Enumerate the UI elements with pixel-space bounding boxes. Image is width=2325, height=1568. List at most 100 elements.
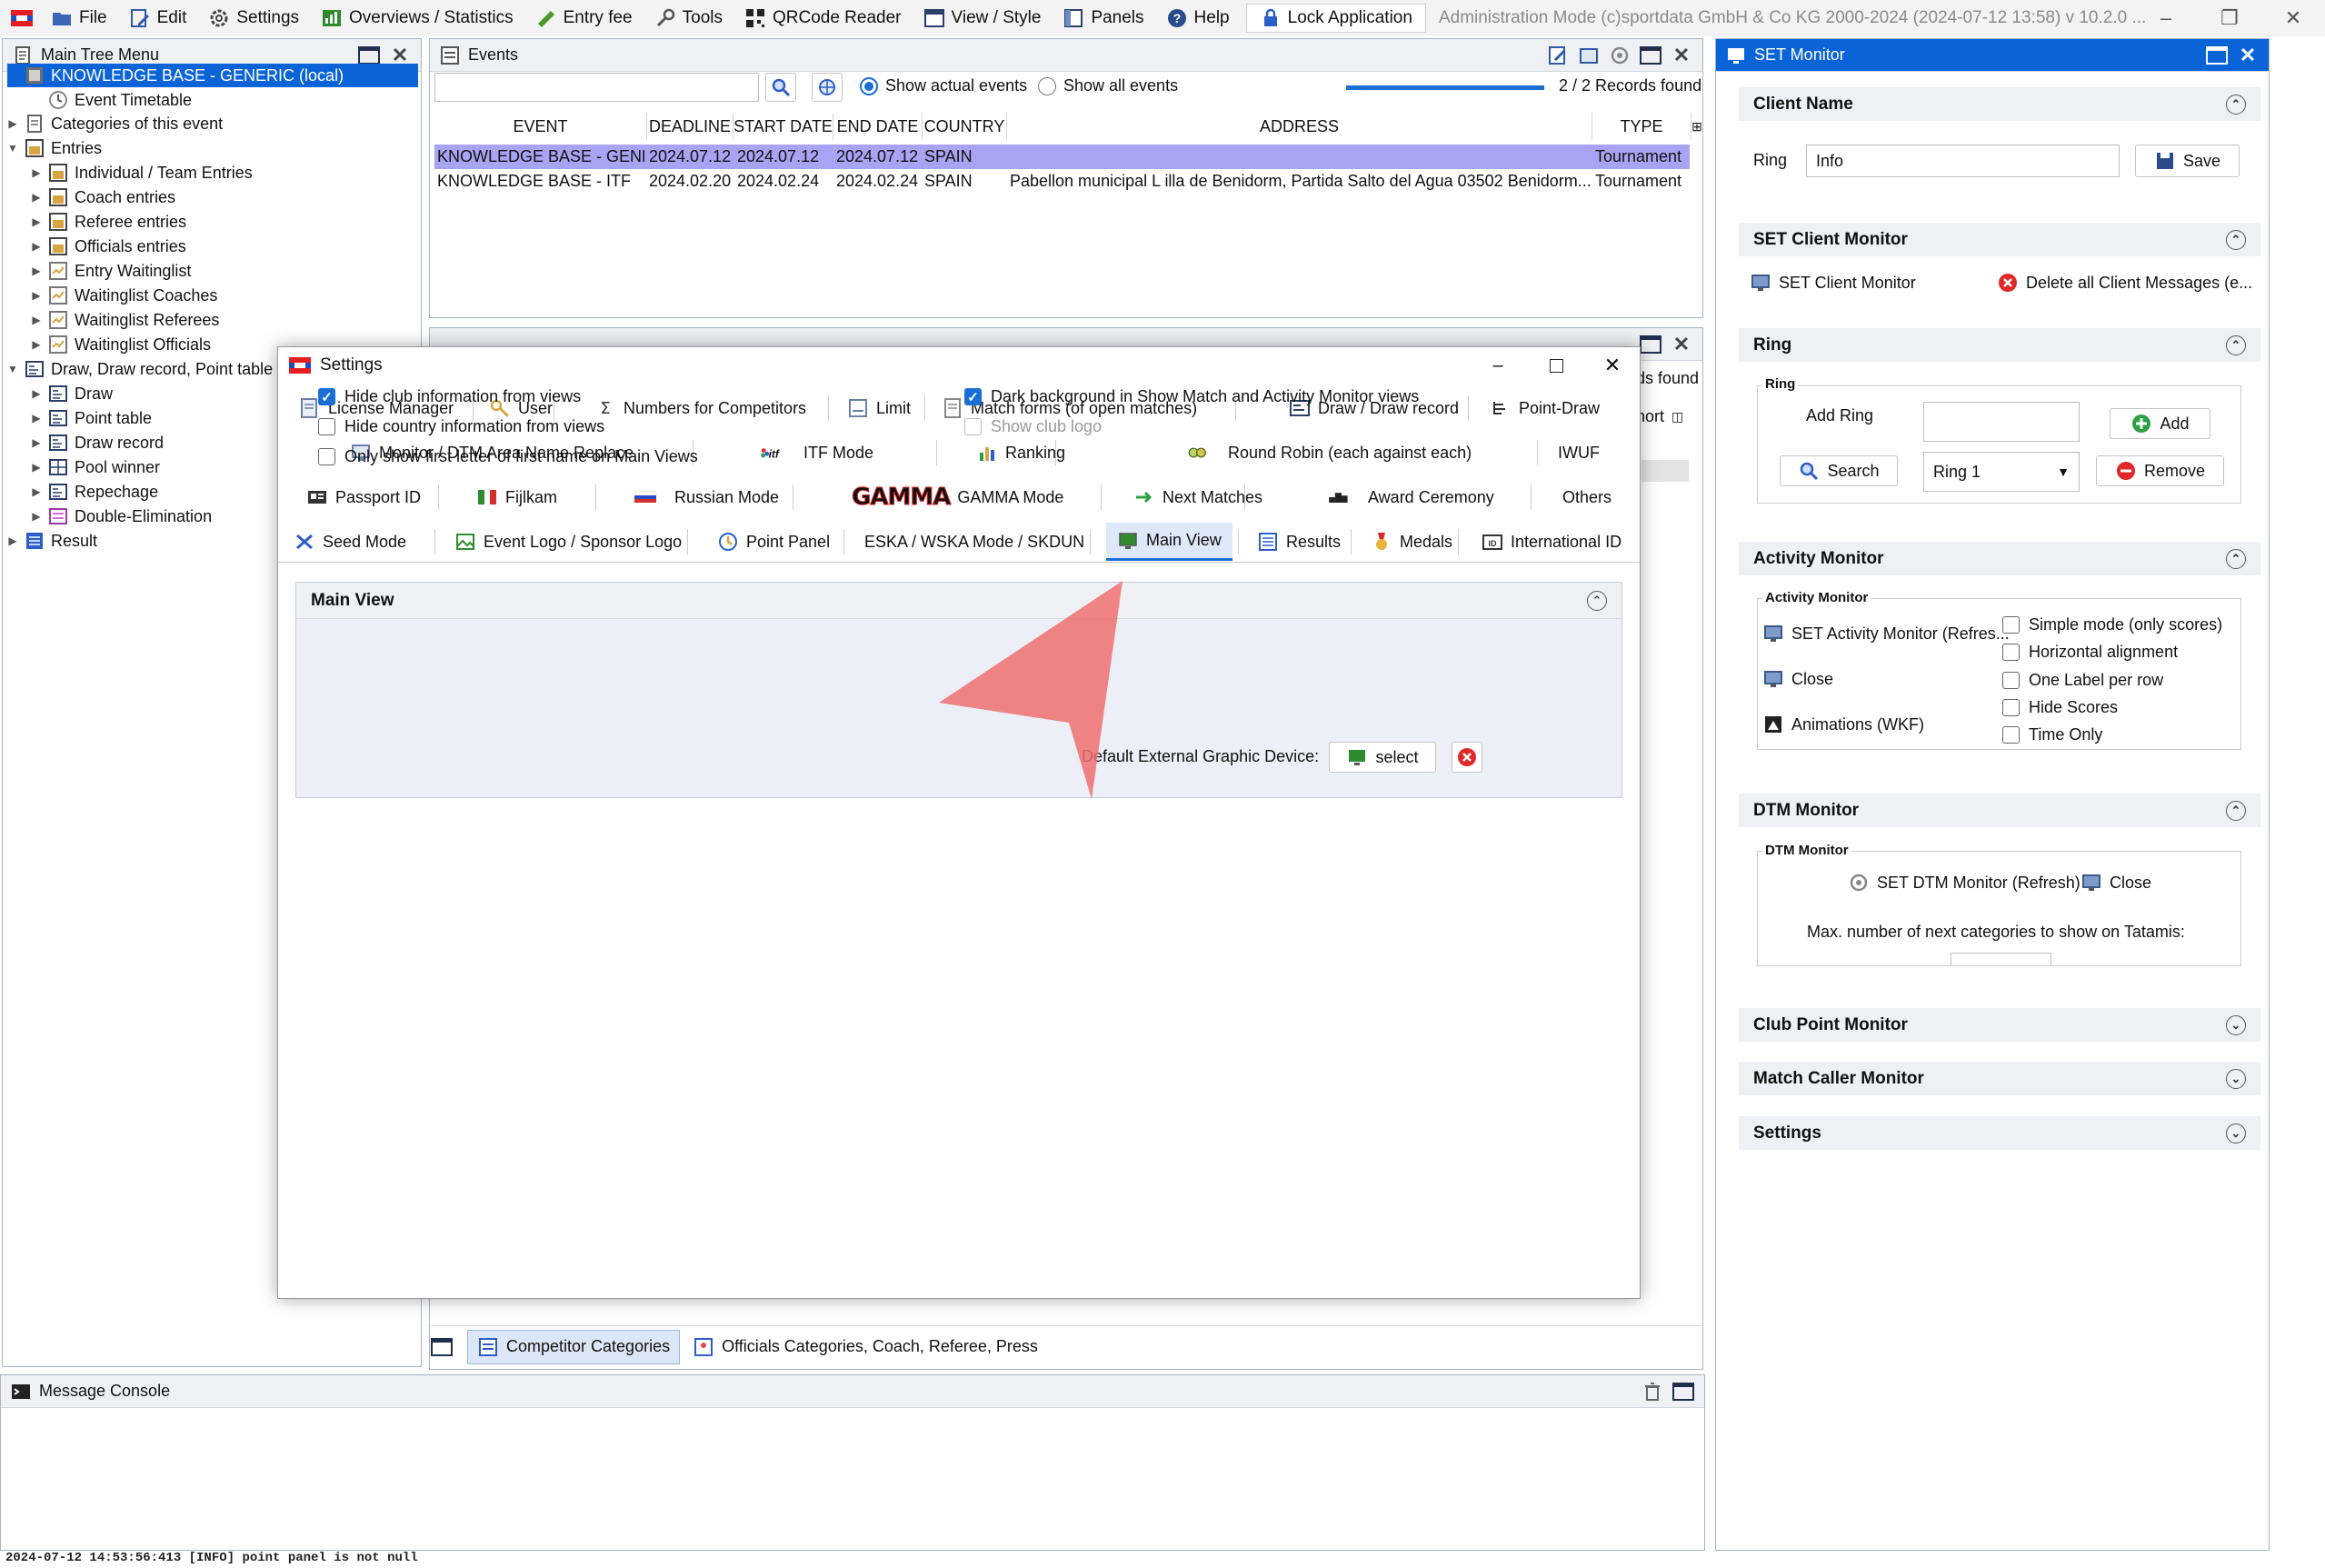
minimize-button[interactable]: – (2134, 0, 2198, 36)
tab-officials-categories[interactable]: Officials Categories, Coach, Referee, Pr… (693, 1336, 1038, 1358)
events-search-input[interactable] (434, 73, 759, 102)
table-header[interactable]: ADDRESS (1007, 113, 1592, 140)
collapse-icon[interactable]: ⌃ (2226, 800, 2246, 821)
expander-icon[interactable]: ▶ (31, 166, 42, 179)
close-icon[interactable]: ✕ (388, 44, 412, 66)
column-chooser-icon[interactable]: ⊞ (1691, 113, 1702, 140)
activity-option-checkbox[interactable]: Time Only (2002, 725, 2102, 744)
expander-icon[interactable]: ▶ (7, 534, 18, 547)
expander-icon[interactable]: ▶ (31, 510, 42, 523)
tree-item[interactable]: ▶ Pool winner (31, 455, 160, 479)
menu-tools[interactable]: Tools (644, 0, 733, 36)
client-name-section[interactable]: Client Name ⌃ (1739, 87, 2260, 121)
checkbox[interactable] (2002, 699, 2020, 716)
menu-view-style[interactable]: View / Style (913, 0, 1053, 36)
tree-item[interactable]: ▶ Coach entries (31, 185, 175, 209)
tree-item[interactable]: ▶ Categories of this event (7, 112, 223, 135)
trash-icon[interactable] (1641, 1382, 1664, 1402)
ring-section[interactable]: Ring ⌃ (1739, 328, 2260, 362)
expander-icon[interactable]: ▶ (31, 215, 42, 228)
close-icon[interactable]: ✕ (2236, 44, 2260, 66)
expand-icon[interactable]: ◫ (1671, 409, 1683, 424)
lock-application-button[interactable]: Lock Application (1245, 4, 1426, 33)
tree-item[interactable]: ▶ Entry Waitinglist (31, 259, 191, 283)
settings-section[interactable]: Settings ⌄ (1739, 1116, 2260, 1150)
remove-ring-button[interactable]: Remove (2096, 455, 2224, 486)
expander-icon[interactable]: ▶ (7, 117, 18, 130)
maximize-icon[interactable] (2205, 45, 2229, 65)
close-activity-button[interactable]: Close (1762, 668, 1833, 690)
tab-competitor-categories[interactable]: Competitor Categories (467, 1329, 681, 1364)
menu-edit[interactable]: Edit (118, 0, 198, 36)
tree-item[interactable]: ▶ Result (7, 529, 97, 553)
tree-item[interactable]: ▶ Double-Elimination (31, 504, 212, 528)
maximize-icon[interactable] (1639, 335, 1662, 355)
events-filter-button[interactable] (812, 73, 843, 102)
max-next-categories-input[interactable] (1951, 953, 2051, 965)
edit-event-icon[interactable] (1546, 45, 1570, 65)
dtm-monitor-section[interactable]: DTM Monitor ⌃ (1739, 794, 2260, 827)
activity-option-checkbox[interactable]: One Label per row (2002, 671, 2163, 690)
tree-item[interactable]: Event Timetable (31, 88, 192, 112)
tree-item[interactable]: ▶ Repechage (31, 480, 158, 504)
table-header[interactable]: DEADLINE (647, 113, 733, 140)
menu-panels[interactable]: Panels (1052, 0, 1154, 36)
expand-icon[interactable]: ⌄ (2226, 1123, 2246, 1144)
set-client-monitor-button[interactable]: SET Client Monitor (1750, 272, 1916, 294)
table-header[interactable]: TYPE (1592, 113, 1691, 140)
collapse-icon[interactable]: ⌃ (2226, 94, 2246, 115)
expander-icon[interactable]: ▶ (31, 240, 42, 253)
checkbox[interactable] (2002, 726, 2020, 744)
close-icon[interactable]: ✕ (1670, 333, 1693, 355)
expander-icon[interactable]: ▶ (31, 191, 42, 204)
menu-file[interactable]: File (40, 0, 118, 36)
refresh-icon[interactable] (1608, 45, 1631, 65)
tree-item[interactable]: ▼ Draw, Draw record, Point table (7, 357, 273, 381)
expander-icon[interactable]: ▶ (31, 436, 42, 449)
tree-item[interactable]: ▶ Point table (31, 406, 152, 430)
expand-icon[interactable]: ⌄ (2226, 1068, 2246, 1089)
collapse-icon[interactable]: ⌃ (2226, 229, 2246, 250)
open-event-icon[interactable] (1577, 45, 1601, 65)
save-button[interactable]: Save (2135, 145, 2240, 177)
set-activity-monitor-button[interactable]: SET Activity Monitor (Refres... (1762, 623, 2010, 644)
panel-icon[interactable] (431, 1337, 454, 1356)
tree-item[interactable]: ▶ Waitinglist Officials (31, 333, 211, 356)
expander-icon[interactable]: ▼ (7, 363, 18, 375)
competitor-scrollbar[interactable] (1641, 460, 1689, 482)
expander-icon[interactable]: ▶ (31, 289, 42, 302)
checkbox[interactable] (2002, 616, 2020, 634)
activity-option-checkbox[interactable]: Hide Scores (2002, 698, 2118, 717)
search-ring-button[interactable]: Search (1780, 455, 1898, 486)
tree-item[interactable]: ▶ Waitinglist Coaches (31, 284, 217, 307)
expander-icon[interactable]: ▶ (31, 265, 42, 277)
close-icon[interactable]: ✕ (1670, 44, 1693, 66)
checkbox[interactable] (2002, 672, 2020, 689)
tree-item[interactable]: ▶ Draw record (31, 431, 164, 454)
expand-icon[interactable]: ⌄ (2226, 1014, 2246, 1035)
set-client-monitor-section[interactable]: SET Client Monitor ⌃ (1739, 223, 2260, 256)
expander-icon[interactable]: ▶ (31, 387, 42, 400)
tree-item[interactable]: ▶ Waitinglist Referees (31, 308, 219, 332)
tree-item[interactable]: KNOWLEDGE BASE - GENERIC (local) (7, 64, 418, 87)
expander-icon[interactable]: ▶ (31, 485, 42, 498)
expander-icon[interactable]: ▶ (31, 314, 42, 326)
tree-item[interactable]: ▶ Officials entries (31, 235, 186, 258)
table-header[interactable]: START DATE (733, 113, 833, 140)
maximize-icon[interactable] (1671, 1382, 1695, 1402)
tree-item[interactable]: ▶ Referee entries (31, 210, 186, 234)
animations-button[interactable]: Animations (WKF) (1762, 714, 1924, 735)
checkbox[interactable] (2002, 644, 2020, 661)
show-all-radio[interactable]: Show all events (1038, 76, 1178, 95)
expander-icon[interactable]: ▼ (7, 142, 18, 155)
add-ring-button[interactable]: Add (2110, 408, 2210, 439)
ring-select[interactable]: Ring 1 ▼ (1923, 452, 2080, 492)
maximize-icon[interactable] (1639, 45, 1662, 65)
tree-item[interactable]: ▶ Draw (31, 382, 113, 405)
table-header[interactable]: COUNTRY (923, 113, 1007, 140)
menu-entry-fee[interactable]: Entry fee (524, 0, 644, 36)
club-point-monitor-section[interactable]: Club Point Monitor ⌄ (1739, 1008, 2260, 1042)
match-caller-monitor-section[interactable]: Match Caller Monitor ⌄ (1739, 1062, 2260, 1095)
tree-item[interactable]: ▶ Individual / Team Entries (31, 161, 253, 185)
menu-settings[interactable]: Settings (197, 0, 310, 36)
